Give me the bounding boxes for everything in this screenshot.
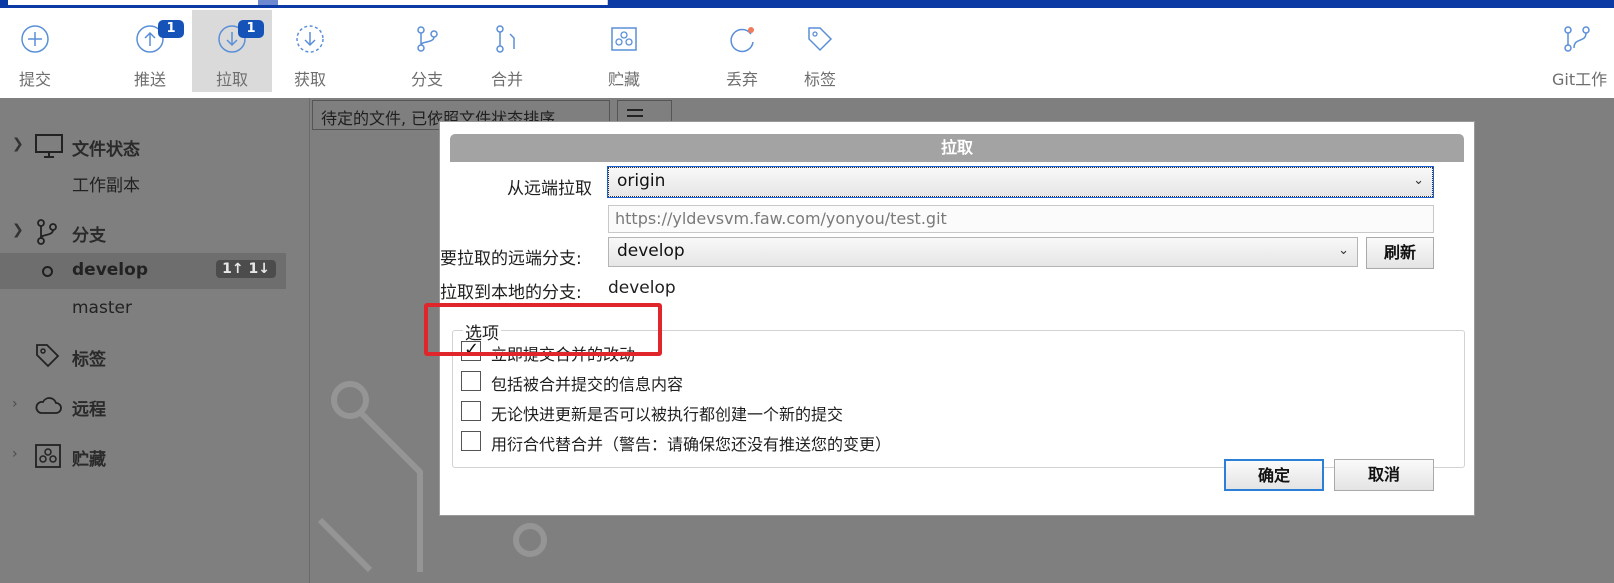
local-branch-value: develop: [608, 278, 676, 298]
tag-icon: [36, 344, 60, 368]
sidebar-remotes-label: 远程: [72, 400, 106, 420]
sidebar-item-master[interactable]: master: [0, 291, 296, 327]
option-rebase-label: 用衍合代替合并（警告：请确保您还没有推送您的变更）: [491, 435, 892, 454]
plus-circle-icon: [21, 25, 49, 53]
pull-button[interactable]: 1 拉取: [192, 10, 272, 92]
remote-branch-label: 要拉取的远端分支:: [440, 249, 582, 269]
sidebar-item-working-copy[interactable]: 工作副本: [0, 164, 296, 200]
discard-button[interactable]: 丢弃: [702, 10, 782, 92]
commit-button[interactable]: 提交: [0, 10, 75, 92]
branch-icon: [37, 219, 57, 245]
option-no-ff-checkbox[interactable]: [461, 401, 481, 421]
branch-label: 分支: [410, 70, 443, 89]
pull-label: 拉取: [215, 70, 248, 89]
push-label: 推送: [133, 70, 166, 89]
sidebar-branches-label: 分支: [72, 226, 106, 246]
window-tab[interactable]: [8, 0, 258, 5]
push-button[interactable]: 1 推送: [110, 10, 190, 92]
current-branch-icon: [42, 266, 53, 277]
stash-icon: [35, 444, 61, 468]
sidebar-develop-label: develop: [72, 260, 148, 280]
dialog-title: 拉取: [450, 134, 1464, 162]
tag-label: 标签: [803, 70, 836, 89]
sidebar-master-label: master: [72, 298, 132, 318]
remote-branch-select[interactable]: develop ⌄: [608, 237, 1358, 267]
option-no-ff-label: 无论快进更新是否可以被执行都创建一个新的提交: [491, 405, 844, 424]
remote-select-value: origin: [617, 171, 666, 191]
commit-label: 提交: [18, 70, 51, 89]
monitor-icon: [35, 134, 63, 158]
remote-url-value: https://yldevsvm.faw.com/yonyou/test.git: [615, 209, 947, 228]
sidebar-stashes-label: 贮藏: [72, 450, 106, 470]
stash-icon: [611, 27, 637, 51]
stash-button[interactable]: 贮藏: [584, 10, 664, 92]
sidebar-section-remotes[interactable]: › 远程: [0, 388, 296, 424]
discard-label: 丢弃: [725, 70, 758, 89]
highlight-annotation: [424, 303, 662, 356]
tag-icon: [808, 27, 833, 52]
remote-branch-select-value: develop: [617, 241, 685, 261]
local-branch-label: 拉取到本地的分支:: [440, 283, 582, 303]
chevron-right-icon: ›: [12, 446, 18, 462]
git-flow-button[interactable]: Git工作: [1540, 10, 1614, 92]
cancel-button[interactable]: 取消: [1334, 459, 1434, 491]
git-flow-icon: [1564, 26, 1590, 52]
fetch-button[interactable]: 获取: [270, 10, 350, 92]
sidebar-file-status-label: 文件状态: [72, 140, 140, 160]
remote-url-field: https://yldevsvm.faw.com/yonyou/test.git: [608, 205, 1434, 233]
window-tab[interactable]: [278, 0, 608, 5]
fetch-label: 获取: [293, 70, 326, 89]
sidebar-working-copy-label: 工作副本: [72, 176, 140, 196]
git-flow-label: Git工作: [1552, 70, 1608, 89]
chevron-down-icon: ⌄: [1338, 243, 1349, 258]
ahead-behind-badge: 1↑ 1↓: [216, 260, 276, 278]
option-include-messages-label: 包括被合并提交的信息内容: [491, 375, 684, 394]
sidebar: ❯ 文件状态 工作副本 ❯ 分支 develop 1↑ 1↓ master 标签…: [0, 98, 310, 583]
chevron-down-icon: ⌄: [1413, 173, 1424, 188]
option-rebase-checkbox[interactable]: [461, 431, 481, 451]
discard-icon: [730, 27, 754, 53]
chevron-down-icon: ❯: [12, 222, 24, 238]
option-include-messages-checkbox[interactable]: [461, 371, 481, 391]
tag-button[interactable]: 标签: [780, 10, 860, 92]
pull-badge: 1: [238, 20, 264, 38]
remote-select[interactable]: origin ⌄: [607, 166, 1434, 198]
main-toolbar: 提交 1 推送 1 拉取 获取 分支 合并 贮藏 丢弃 标签 Git工作: [0, 8, 1614, 98]
sidebar-tags-label: 标签: [72, 350, 106, 370]
sidebar-section-file-status[interactable]: ❯ 文件状态: [0, 128, 296, 164]
branch-button[interactable]: 分支: [387, 10, 467, 92]
sidebar-item-develop[interactable]: develop 1↑ 1↓: [0, 253, 286, 289]
remote-label: 从远端拉取: [507, 179, 592, 199]
cloud-icon: [35, 397, 62, 414]
dashed-arrow-down-icon: [296, 25, 324, 53]
ok-button[interactable]: 确定: [1224, 459, 1324, 491]
merge-label: 合并: [490, 70, 523, 89]
merge-icon: [496, 25, 515, 53]
chevron-down-icon: ❯: [12, 136, 24, 152]
refresh-button[interactable]: 刷新: [1366, 237, 1434, 269]
window-tab-strip: [0, 0, 1614, 8]
branch-icon: [417, 26, 438, 52]
window-tab-separator: [258, 0, 278, 5]
sidebar-section-tags[interactable]: 标签: [0, 338, 296, 374]
merge-button[interactable]: 合并: [467, 10, 547, 92]
chevron-right-icon: ›: [12, 396, 18, 412]
stash-label: 贮藏: [607, 70, 640, 89]
push-badge: 1: [158, 20, 184, 38]
sidebar-section-branches[interactable]: ❯ 分支: [0, 214, 296, 250]
sidebar-section-stashes[interactable]: › 贮藏: [0, 438, 296, 474]
